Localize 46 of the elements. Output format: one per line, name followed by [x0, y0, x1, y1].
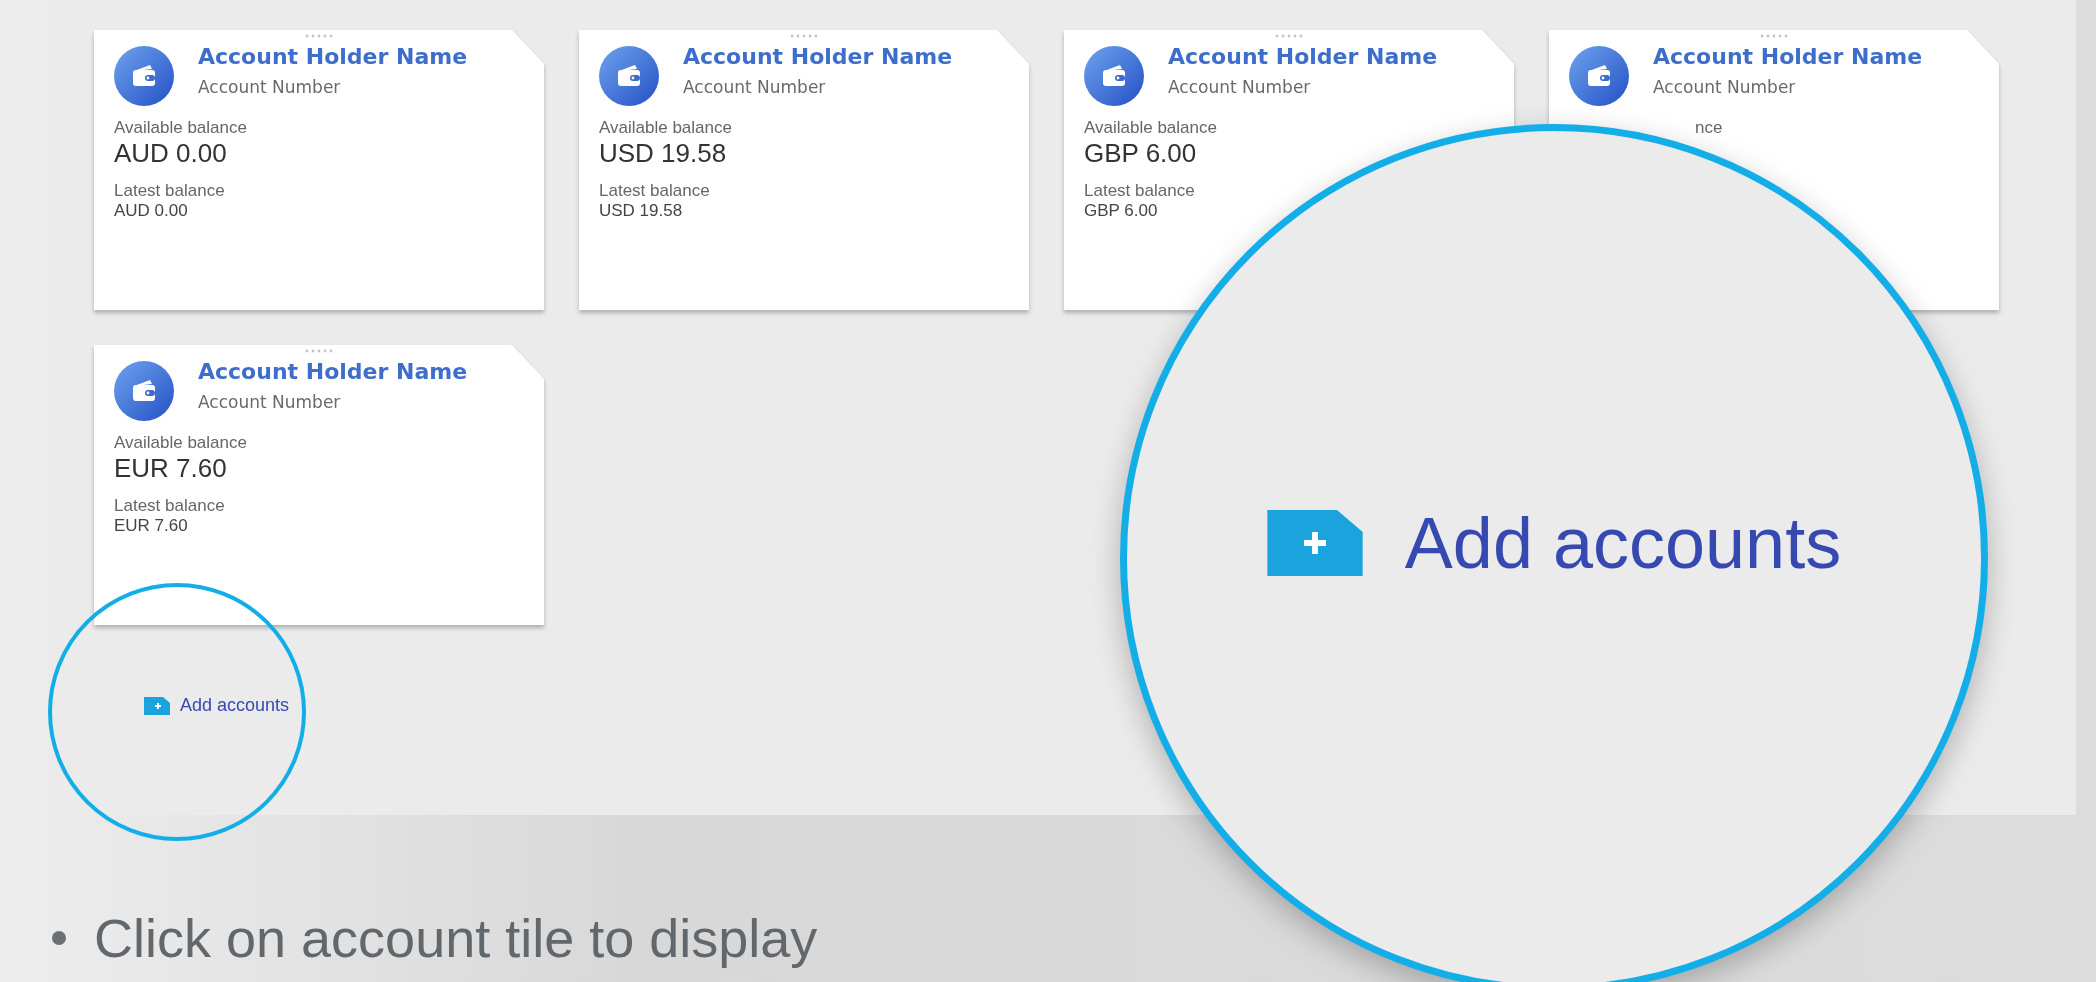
wallet-icon: [114, 361, 174, 421]
wallet-icon: [1569, 46, 1629, 106]
available-balance-amount: EUR 7.60: [114, 453, 228, 484]
account-holder-name: Account Holder Name: [1653, 43, 1923, 69]
add-accounts-link[interactable]: Add accounts: [144, 695, 290, 716]
account-holder-name: Account Holder Name: [1168, 43, 1438, 69]
account-holder-name: Account Holder Name: [683, 43, 953, 69]
latest-balance-amount: AUD 0.00: [114, 201, 189, 221]
drag-handle-icon: [304, 349, 334, 353]
account-tile[interactable]: Account Holder Name Account Number Available balance AUD 0.00 Latest balance AUD 0.00: [94, 30, 544, 310]
account-number: Account Number: [1168, 76, 1312, 97]
wallet-icon: [114, 46, 174, 106]
drag-handle-icon: [304, 34, 334, 38]
latest-balance-amount: USD 19.58: [599, 201, 684, 221]
account-number: Account Number: [198, 76, 342, 97]
account-tile[interactable]: Account Holder Name Account Number Available balance EUR 7.60 Latest balance EUR 7.60: [94, 345, 544, 625]
drag-handle-icon: [1759, 34, 1789, 38]
latest-balance-label: Latest balance: [114, 496, 226, 516]
available-balance-amount: GBP 6.00: [1084, 138, 1198, 169]
latest-balance-amount: EUR 7.60: [114, 516, 189, 536]
account-holder-name: Account Holder Name: [198, 358, 468, 384]
account-holder-name: Account Holder Name: [198, 43, 468, 69]
drag-handle-icon: [1274, 34, 1304, 38]
latest-balance-label: Latest balance: [599, 181, 711, 201]
latest-balance-amount: GBP 6.00: [1084, 201, 1159, 221]
add-folder-icon: [1266, 510, 1363, 576]
available-balance-label: nce: [1694, 118, 1724, 138]
add-folder-icon: [144, 696, 170, 715]
latest-balance-label: Latest balance: [114, 181, 226, 201]
account-number: Account Number: [198, 391, 342, 412]
wallet-icon: [599, 46, 659, 106]
drag-handle-icon: [789, 34, 819, 38]
bullet-icon: [52, 931, 66, 945]
latest-balance-label: Latest balance: [1084, 181, 1196, 201]
bullet-text: Click on account tile to display: [94, 907, 818, 969]
wallet-icon: [1084, 46, 1144, 106]
available-balance-amount: USD 19.58: [599, 138, 728, 169]
available-balance-label: Available balance: [1084, 118, 1218, 138]
available-balance-label: Available balance: [114, 433, 248, 453]
add-accounts-label: Add accounts: [1404, 502, 1842, 584]
available-balance-label: Available balance: [114, 118, 248, 138]
available-balance-label: Available balance: [599, 118, 733, 138]
account-number: Account Number: [683, 76, 827, 97]
account-number: Account Number: [1653, 76, 1797, 97]
available-balance-amount: AUD 0.00: [114, 138, 228, 169]
account-tile[interactable]: Account Holder Name Account Number Available balance USD 19.58 Latest balance USD 19.58: [579, 30, 1029, 310]
